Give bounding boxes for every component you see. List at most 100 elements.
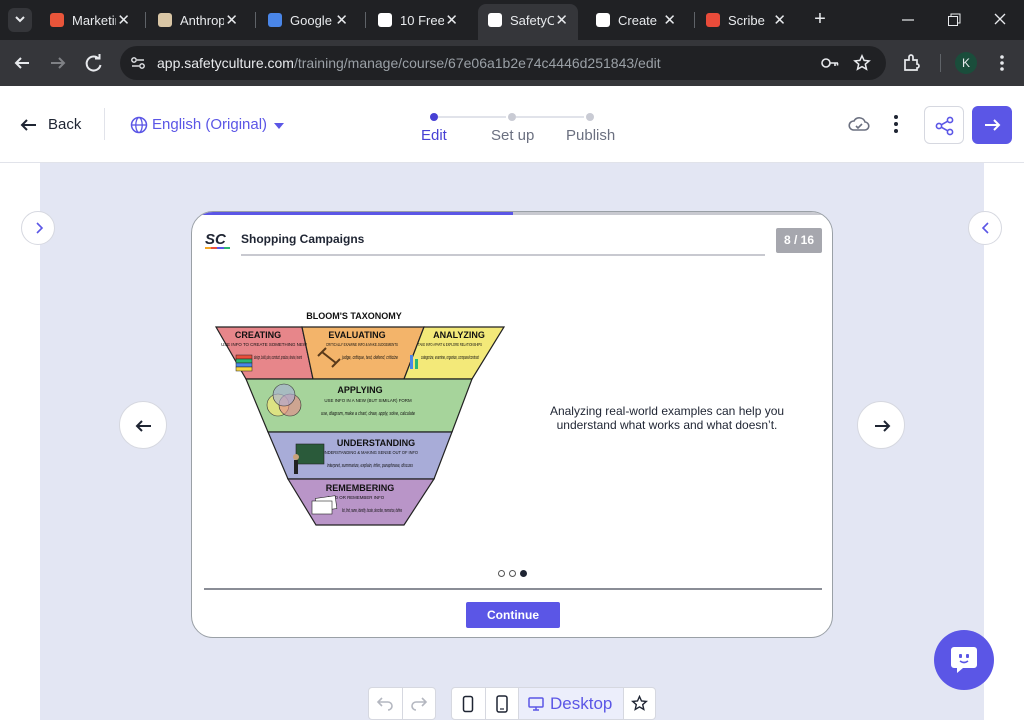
mobile-preview-button[interactable] bbox=[452, 688, 485, 719]
chevron-down-icon bbox=[15, 16, 25, 23]
previous-slide-button[interactable] bbox=[119, 401, 167, 449]
course-title: Shopping Campaigns bbox=[241, 232, 365, 246]
bookmark-star-icon[interactable] bbox=[853, 54, 871, 72]
browser-tab-active[interactable]: SafetyCulture ✕ bbox=[478, 4, 578, 40]
level-desc: USE INFO IN A NEW (BUT SIMILAR) FORM bbox=[324, 398, 412, 403]
level-verbs: interpret, summarize, explain, infer, pa… bbox=[327, 463, 413, 469]
next-step-button[interactable] bbox=[972, 106, 1012, 144]
password-key-icon[interactable] bbox=[820, 55, 840, 71]
desktop-label: Desktop bbox=[550, 694, 613, 713]
url-text: app.safetyculture.com/training/manage/co… bbox=[157, 55, 661, 71]
safetyculture-logo-icon: SC bbox=[205, 231, 230, 249]
tab-close-icon[interactable]: ✕ bbox=[335, 11, 348, 29]
tab-close-icon[interactable]: ✕ bbox=[555, 11, 568, 29]
browser-tab[interactable]: Google ✕ bbox=[258, 6, 358, 34]
step-edit[interactable]: Edit bbox=[421, 127, 447, 144]
device-preview-toggle: Desktop bbox=[451, 687, 656, 720]
level-verbs: categorize, examine, organize, compare/c… bbox=[421, 355, 479, 361]
more-options-icon[interactable] bbox=[884, 112, 908, 136]
tab-favicon-icon bbox=[158, 13, 172, 27]
tab-close-icon[interactable]: ✕ bbox=[225, 11, 238, 29]
toolbar-divider bbox=[940, 54, 941, 72]
browser-menu-icon[interactable] bbox=[990, 51, 1014, 75]
undo-icon bbox=[376, 697, 393, 711]
minimize-icon[interactable] bbox=[898, 8, 918, 32]
back-button[interactable]: Back bbox=[18, 114, 81, 136]
address-bar[interactable]: app.safetyculture.com/training/manage/co… bbox=[120, 46, 886, 80]
level-desc: CRITICALLY EXAMINE INFO & MAKE JUDGEMENT… bbox=[326, 342, 398, 347]
browser-tab[interactable]: Marketing ✕ bbox=[40, 6, 140, 34]
slide-preview-card: SC Shopping Campaigns 8 / 16 BLOOM'S TAX… bbox=[191, 211, 833, 638]
expand-right-panel-button[interactable] bbox=[968, 211, 1002, 245]
profile-avatar[interactable]: K bbox=[955, 52, 977, 74]
site-info-icon[interactable] bbox=[130, 55, 146, 71]
phone-icon bbox=[462, 695, 474, 713]
level-name: ANALYZING bbox=[433, 330, 485, 340]
level-name: APPLYING bbox=[337, 385, 382, 395]
browser-tab[interactable]: 10 Free ✕ bbox=[368, 6, 468, 34]
share-button[interactable] bbox=[924, 106, 964, 144]
history-controls bbox=[368, 687, 436, 720]
level-desc: FIND OR REMEMBER INFO bbox=[328, 495, 385, 500]
arrow-left-icon bbox=[135, 420, 151, 432]
tab-favicon-icon bbox=[706, 13, 720, 27]
tab-favicon-icon bbox=[596, 13, 610, 27]
expand-left-panel-button[interactable] bbox=[21, 211, 55, 245]
tab-favicon-icon bbox=[378, 13, 392, 27]
image-title: BLOOM'S TAXONOMY bbox=[306, 311, 401, 321]
browser-tab[interactable]: Create ✕ bbox=[586, 6, 686, 34]
favorite-button[interactable] bbox=[624, 688, 655, 719]
level-verbs: use, diagram, make a chart, draw, apply,… bbox=[321, 411, 415, 417]
desktop-preview-button[interactable]: Desktop bbox=[518, 688, 624, 719]
carousel-dot-active[interactable] bbox=[520, 570, 527, 577]
back-arrow-icon[interactable] bbox=[10, 51, 34, 75]
redo-button[interactable] bbox=[402, 688, 435, 719]
forward-arrow-icon[interactable] bbox=[46, 51, 70, 75]
page-indicator: 8 / 16 bbox=[776, 228, 822, 253]
star-icon bbox=[631, 695, 648, 711]
undo-button[interactable] bbox=[369, 688, 402, 719]
tab-close-icon[interactable]: ✕ bbox=[445, 11, 458, 29]
reload-icon[interactable] bbox=[82, 51, 106, 75]
share-icon bbox=[935, 116, 954, 136]
step-setup[interactable]: Set up bbox=[491, 127, 534, 144]
tab-favicon-icon bbox=[268, 13, 282, 27]
tab-separator bbox=[694, 12, 695, 28]
support-chat-button[interactable] bbox=[934, 630, 994, 690]
tab-close-icon[interactable]: ✕ bbox=[773, 11, 786, 29]
browser-tab[interactable]: Anthropic ✕ bbox=[148, 6, 248, 34]
carousel-dot[interactable] bbox=[498, 570, 505, 577]
chevron-right-icon bbox=[36, 222, 44, 234]
restore-icon[interactable] bbox=[944, 8, 964, 32]
browser-tab[interactable]: Scribe ✕ bbox=[696, 6, 796, 34]
carousel-dot[interactable] bbox=[509, 570, 516, 577]
step-connector bbox=[516, 116, 584, 118]
browser-tab-strip: Marketing ✕ Anthropic ✕ Google ✕ 10 Free… bbox=[0, 0, 1024, 40]
tablet-preview-button[interactable] bbox=[485, 688, 518, 719]
extensions-icon[interactable] bbox=[900, 51, 924, 75]
tab-close-icon[interactable]: ✕ bbox=[663, 11, 676, 29]
step-dot-setup bbox=[508, 113, 516, 121]
arrow-left-icon bbox=[20, 119, 36, 131]
level-desc: USE INFO TO CREATE SOMETHING NEW bbox=[221, 342, 308, 347]
app-header: Back English (Original) Edit Set up Publ… bbox=[0, 86, 1024, 163]
close-window-icon[interactable] bbox=[990, 8, 1010, 32]
step-publish[interactable]: Publish bbox=[566, 127, 615, 144]
continue-button[interactable]: Continue bbox=[466, 602, 560, 628]
course-progress-track bbox=[192, 212, 832, 215]
level-name: UNDERSTANDING bbox=[337, 438, 415, 448]
tab-separator bbox=[365, 12, 366, 28]
step-dot-publish bbox=[586, 113, 594, 121]
tab-title: Marketing bbox=[72, 13, 116, 28]
course-progress-fill bbox=[192, 212, 513, 215]
tab-search-button[interactable] bbox=[8, 8, 32, 32]
chat-bot-icon bbox=[951, 647, 977, 673]
arrow-right-icon bbox=[985, 119, 1001, 131]
carousel-dots bbox=[496, 569, 532, 579]
url-host: app.safetyculture.com bbox=[157, 55, 294, 71]
new-tab-icon[interactable]: + bbox=[810, 8, 830, 32]
tab-separator bbox=[255, 12, 256, 28]
next-slide-button[interactable] bbox=[857, 401, 905, 449]
tab-close-icon[interactable]: ✕ bbox=[117, 11, 130, 29]
cloud-sync-icon[interactable] bbox=[847, 112, 871, 136]
